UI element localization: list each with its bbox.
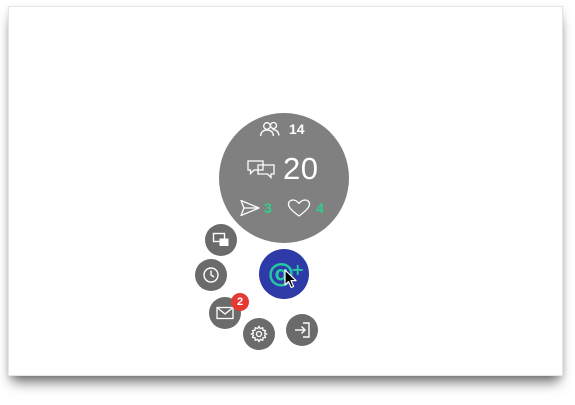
likes-count: 4 — [316, 200, 324, 216]
screens-icon — [212, 232, 230, 248]
screens-button[interactable] — [205, 224, 237, 256]
chat-icon — [247, 159, 275, 179]
likes-stat: 4 — [287, 199, 324, 217]
send-icon — [240, 199, 260, 217]
contacts-count: 14 — [289, 121, 305, 137]
clock-icon — [202, 266, 220, 284]
people-icon — [259, 121, 281, 137]
sent-count: 3 — [264, 200, 272, 216]
logout-button[interactable] — [286, 314, 318, 346]
stats-bubble: 14 20 3 4 — [219, 113, 349, 243]
settings-button[interactable] — [243, 318, 275, 350]
messages-stat: 20 — [247, 151, 318, 187]
inbox-badge: 2 — [231, 293, 249, 311]
sent-stat: 3 — [240, 199, 272, 217]
logout-icon — [293, 321, 311, 339]
contacts-stat: 14 — [259, 121, 305, 137]
envelope-icon — [216, 306, 234, 320]
heart-icon — [287, 199, 311, 217]
mouse-cursor-icon — [284, 269, 298, 294]
gear-icon — [250, 325, 268, 343]
history-button[interactable] — [195, 259, 227, 291]
messages-count: 20 — [283, 151, 319, 186]
